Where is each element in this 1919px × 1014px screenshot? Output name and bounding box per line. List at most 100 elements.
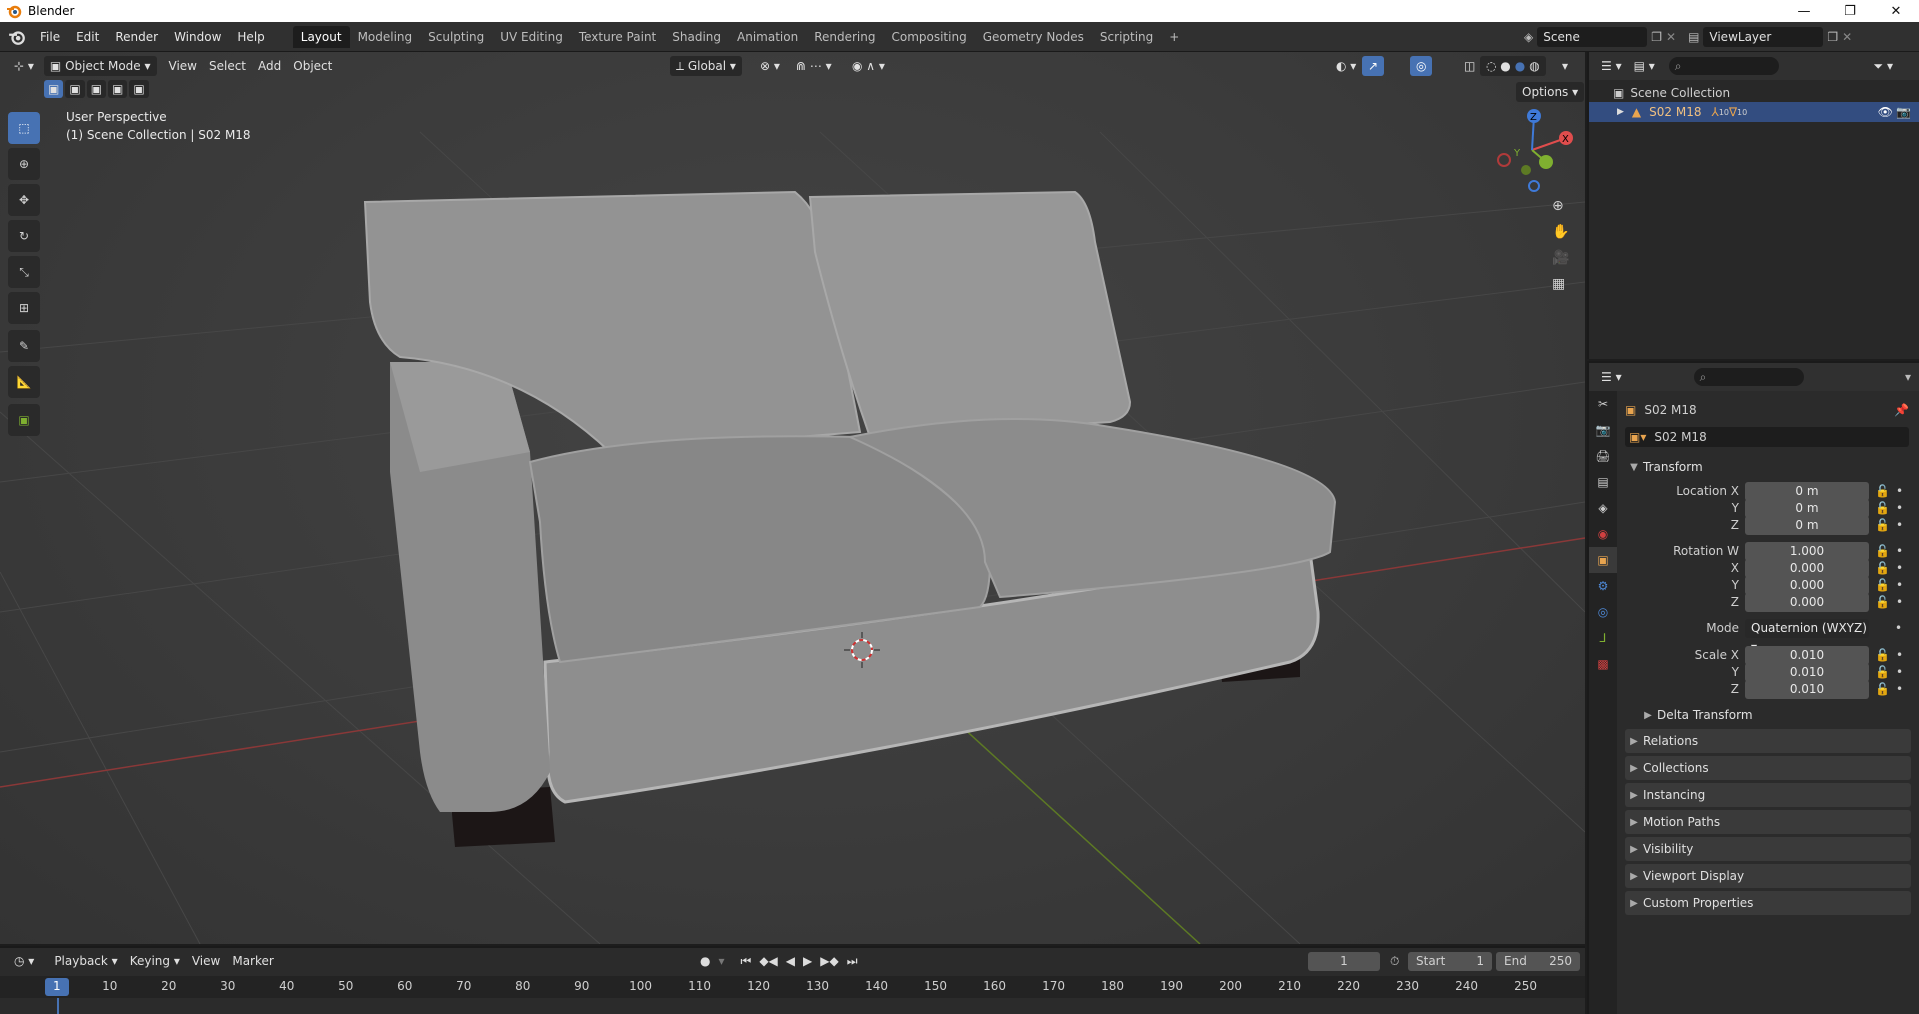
overlay-toggle-icon[interactable]: ◎ bbox=[1410, 56, 1433, 76]
tab-sculpting[interactable]: Sculpting bbox=[420, 26, 492, 48]
annotate-tool[interactable]: ✎ bbox=[8, 330, 40, 362]
view-layer-icon[interactable]: ▤ bbox=[1688, 30, 1699, 44]
location-z-field[interactable]: 0 m bbox=[1745, 515, 1869, 535]
tab-rendering[interactable]: Rendering bbox=[806, 26, 883, 48]
render-camera-icon[interactable]: 📷 bbox=[1896, 105, 1911, 119]
3d-viewport[interactable]: ⊹ ▾ ▣ Object Mode ▾ View Select Add Obje… bbox=[0, 52, 1585, 944]
playback-menu[interactable]: Playback ▾ bbox=[48, 951, 123, 971]
rotation-mode-dropdown[interactable]: Quaternion (WXYZ) ▾ bbox=[1745, 618, 1869, 654]
scene-icon[interactable]: ◈ bbox=[1524, 30, 1533, 44]
orientation-selector[interactable]: ⟂ Global ▾ bbox=[670, 56, 742, 76]
keyframe-dot-icon[interactable]: • bbox=[1896, 578, 1903, 592]
new-scene-icon[interactable]: ❐ bbox=[1651, 30, 1662, 44]
tool-tab-icon[interactable]: ✂ bbox=[1589, 391, 1617, 417]
menu-edit[interactable]: Edit bbox=[68, 30, 107, 44]
add-cube-tool[interactable]: ▣ bbox=[8, 404, 40, 436]
scene-selector[interactable]: Scene bbox=[1537, 27, 1648, 47]
blender-menu-icon[interactable] bbox=[8, 28, 26, 46]
view-layer-tab-icon[interactable]: ▤ bbox=[1589, 469, 1617, 495]
keyframe-dot-icon[interactable]: • bbox=[1896, 648, 1903, 662]
world-tab-icon[interactable]: ◉ bbox=[1589, 521, 1617, 547]
tab-texture-paint[interactable]: Texture Paint bbox=[571, 26, 664, 48]
properties-options-icon[interactable]: ▾ bbox=[1905, 370, 1911, 384]
tab-animation[interactable]: Animation bbox=[729, 26, 806, 48]
pan-hand-icon[interactable]: ✋ bbox=[1552, 224, 1569, 240]
editor-type-icon[interactable]: ⊹ ▾ bbox=[8, 56, 40, 76]
menu-window[interactable]: Window bbox=[166, 30, 229, 44]
scene-collection-row[interactable]: ▣ Scene Collection bbox=[1613, 86, 1730, 100]
zoom-icon[interactable]: ⊕ bbox=[1552, 198, 1569, 214]
output-tab-icon[interactable]: 🖨 bbox=[1589, 443, 1617, 469]
keyframe-dot-icon[interactable]: • bbox=[1896, 501, 1903, 515]
lock-icon[interactable]: 🔓 bbox=[1875, 665, 1890, 679]
stopwatch-icon[interactable]: ⏱ bbox=[1390, 954, 1399, 969]
keyframe-dot-icon[interactable]: • bbox=[1896, 484, 1903, 498]
jump-start-icon[interactable]: ⏮ bbox=[741, 954, 752, 969]
ortho-grid-icon[interactable]: ▦ bbox=[1552, 276, 1569, 292]
current-frame-field[interactable]: 1 bbox=[1308, 951, 1380, 971]
tab-layout[interactable]: Layout bbox=[292, 25, 350, 48]
menu-add[interactable]: Add bbox=[252, 56, 287, 76]
rotate-tool[interactable]: ↻ bbox=[8, 220, 40, 252]
lock-icon[interactable]: 🔓 bbox=[1875, 561, 1890, 575]
visibility-eye-icon[interactable]: 👁 bbox=[1878, 105, 1893, 119]
panel-instancing[interactable]: ▶ Instancing bbox=[1625, 783, 1911, 807]
panel-custom-properties[interactable]: ▶ Custom Properties bbox=[1625, 891, 1911, 915]
lock-icon[interactable]: 🔓 bbox=[1875, 682, 1890, 696]
options-button[interactable]: Options ▾ bbox=[1516, 82, 1585, 102]
marker-menu[interactable]: Marker bbox=[226, 951, 279, 971]
jump-end-icon[interactable]: ⏭ bbox=[847, 954, 858, 969]
object-name-field[interactable]: ▣▾ S02 M18 bbox=[1625, 427, 1909, 447]
panel-viewport-display[interactable]: ▶ Viewport Display bbox=[1625, 864, 1911, 888]
modifiers-tab-icon[interactable]: ⚙ bbox=[1589, 573, 1617, 599]
xray-icon[interactable]: ◫ bbox=[1458, 56, 1481, 76]
timeline-view-menu[interactable]: View bbox=[186, 951, 226, 971]
keyframe-dot-icon[interactable]: • bbox=[1896, 595, 1903, 609]
select-box-tool[interactable]: ⬚ bbox=[8, 112, 40, 144]
render-tab-icon[interactable]: 📷 bbox=[1589, 417, 1617, 443]
properties-search-input[interactable]: ⌕ bbox=[1693, 368, 1804, 386]
lock-icon[interactable]: 🔓 bbox=[1875, 484, 1890, 498]
add-workspace-button[interactable]: + bbox=[1161, 26, 1187, 48]
shading-options-icon[interactable]: ▾ bbox=[1556, 56, 1574, 76]
panel-relations[interactable]: ▶ Relations bbox=[1625, 729, 1911, 753]
play-icon[interactable]: ▶ bbox=[803, 954, 812, 968]
shading-modes[interactable]: ◌ ● ● ◍ bbox=[1480, 56, 1546, 76]
tab-modeling[interactable]: Modeling bbox=[350, 26, 421, 48]
new-view-layer-icon[interactable]: ❐ bbox=[1827, 30, 1838, 44]
lock-icon[interactable]: 🔓 bbox=[1875, 501, 1890, 515]
panel-collections[interactable]: ▶ Collections bbox=[1625, 756, 1911, 780]
material-tab-icon[interactable]: ▩ bbox=[1589, 651, 1617, 677]
snap-icon[interactable]: ⋒ ⋯ ▾ bbox=[790, 56, 838, 76]
outliner-item-s02-m18[interactable]: ▶ ▲ S02 M18 ⅄ 10 ∇ 10 👁 📷 bbox=[1589, 102, 1919, 122]
proportional-edit-icon[interactable]: ◉ ∧ ▾ bbox=[846, 56, 891, 76]
prev-keyframe-icon[interactable]: ◆◀ bbox=[759, 954, 777, 968]
keyframe-dot-icon[interactable]: • bbox=[1896, 561, 1903, 575]
keyframe-dot-icon[interactable]: • bbox=[1896, 544, 1903, 558]
lock-icon[interactable]: 🔓 bbox=[1875, 544, 1890, 558]
keyframe-dot-icon[interactable]: • bbox=[1896, 665, 1903, 679]
maximize-button[interactable]: ❐ bbox=[1827, 0, 1873, 22]
end-frame-field[interactable]: End 250 bbox=[1496, 951, 1580, 971]
menu-object[interactable]: Object bbox=[287, 56, 338, 76]
tab-shading[interactable]: Shading bbox=[664, 26, 729, 48]
properties-editor-icon[interactable]: ☰ ▾ bbox=[1595, 367, 1628, 387]
camera-icon[interactable]: 🎥 bbox=[1552, 250, 1569, 266]
pivot-icon[interactable]: ⊗ ▾ bbox=[754, 56, 786, 76]
scale-tool[interactable]: ⤡ bbox=[8, 256, 40, 288]
constraints-tab-icon[interactable]: ⅃ bbox=[1589, 625, 1617, 651]
lock-icon[interactable]: 🔓 bbox=[1875, 595, 1890, 609]
mode-selector[interactable]: ▣ Object Mode ▾ bbox=[43, 56, 157, 76]
outliner-editor-icon[interactable]: ☰ ▾ bbox=[1595, 56, 1628, 76]
tab-compositing[interactable]: Compositing bbox=[883, 26, 974, 48]
pin-icon[interactable]: 📌 bbox=[1894, 403, 1909, 417]
measure-tool[interactable]: 📐 bbox=[8, 366, 40, 398]
keying-menu[interactable]: Keying ▾ bbox=[124, 951, 186, 971]
tab-uv-editing[interactable]: UV Editing bbox=[492, 26, 571, 48]
minimize-button[interactable]: — bbox=[1781, 0, 1827, 22]
lock-icon[interactable]: 🔓 bbox=[1875, 518, 1890, 532]
tab-geometry-nodes[interactable]: Geometry Nodes bbox=[975, 26, 1092, 48]
outliner-search-input[interactable]: ⌕ bbox=[1668, 57, 1779, 75]
keyframe-dot-icon[interactable]: • bbox=[1896, 518, 1903, 532]
transform-panel-header[interactable]: ▼ Transform bbox=[1625, 455, 1911, 479]
